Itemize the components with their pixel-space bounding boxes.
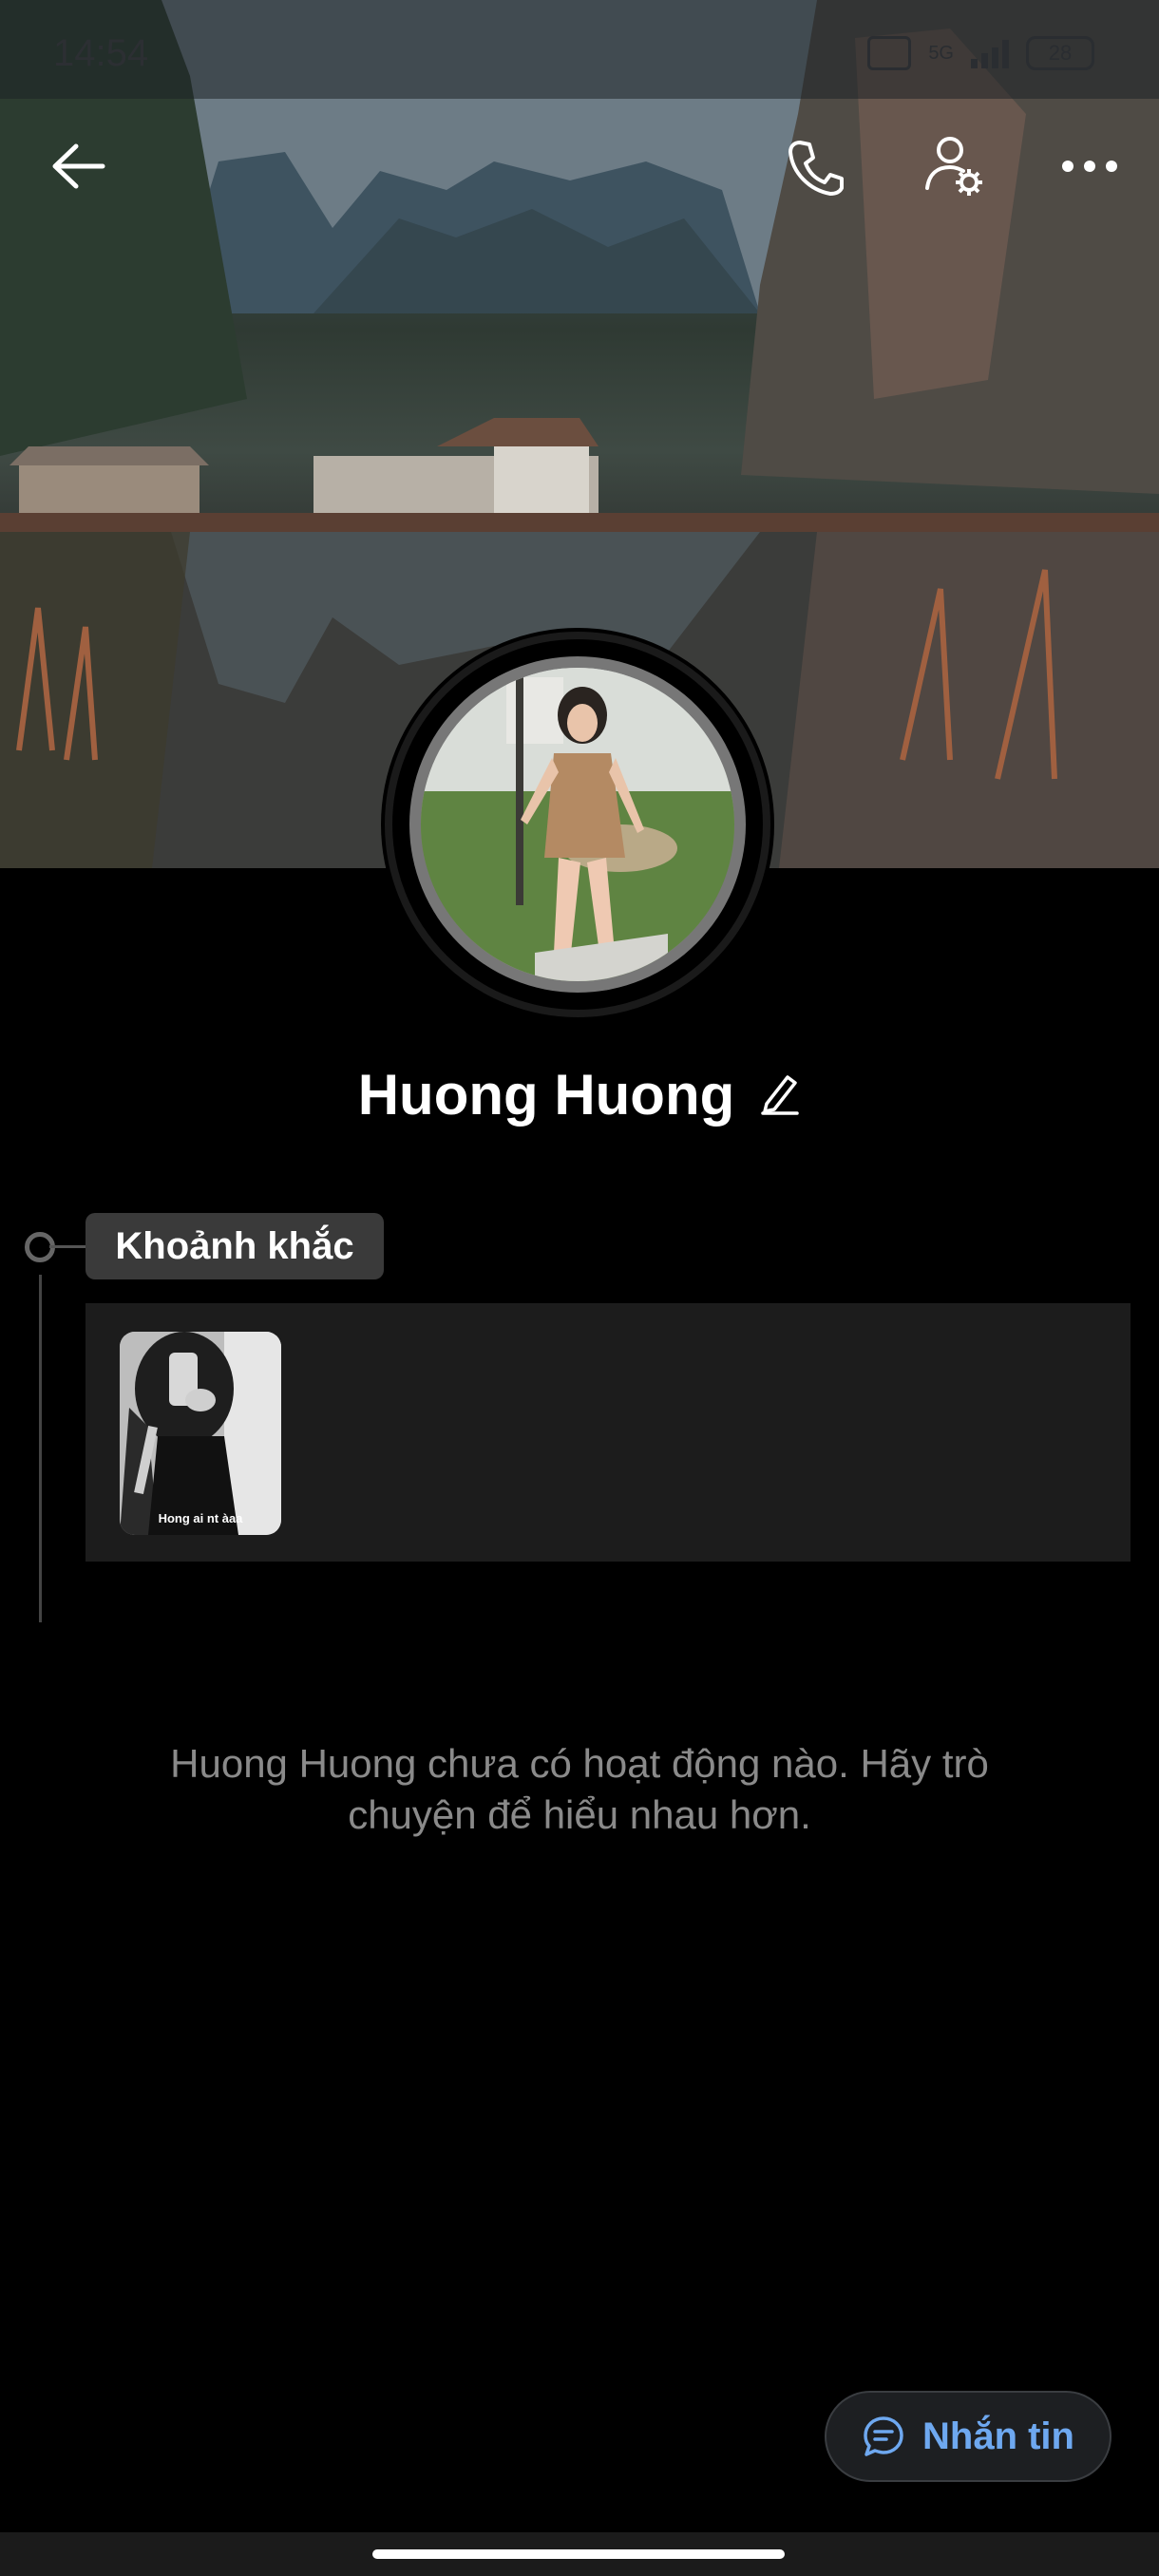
profile-name: Huong Huong <box>357 1063 735 1127</box>
moment-caption: Hong ai nt àaa <box>158 1511 243 1525</box>
status-time: 14:54 <box>53 32 149 74</box>
user-settings-icon[interactable] <box>922 133 988 199</box>
moment-thumbnail[interactable]: Hong ai nt àaa <box>120 1332 281 1535</box>
status-icons: 5G 28 <box>867 36 1094 70</box>
volte-icon <box>867 36 912 70</box>
timeline-connector <box>49 1245 86 1248</box>
signal-icon <box>971 38 1009 68</box>
moments-container: Hong ai nt àaa <box>86 1303 1130 1562</box>
avatar-photo <box>421 668 734 981</box>
empty-activity-message: Huong Huong chưa có hoạt động nào. Hãy t… <box>170 1741 989 1837</box>
avatar-person-image <box>421 668 734 981</box>
home-indicator[interactable] <box>372 2549 785 2559</box>
phone-icon[interactable] <box>783 133 849 199</box>
timeline-line <box>39 1275 42 1622</box>
message-button-label: Nhắn tin <box>922 2415 1074 2457</box>
battery-icon: 28 <box>1026 36 1094 70</box>
moments-title: Khoảnh khắc <box>86 1213 384 1279</box>
profile-name-row: Huong Huong <box>0 1062 1159 1127</box>
message-button[interactable]: Nhắn tin <box>825 2391 1112 2482</box>
avatar[interactable] <box>385 632 770 1017</box>
avatar-frame <box>409 656 746 993</box>
chat-bubble-icon <box>864 2416 903 2456</box>
network-type: 5G <box>928 42 954 64</box>
arrow-left-icon[interactable] <box>46 133 112 199</box>
pencil-icon[interactable] <box>759 1070 801 1120</box>
status-bar: 14:54 5G 28 <box>0 0 1159 99</box>
more-horizontal-icon[interactable] <box>1056 133 1123 199</box>
moment-photo-image <box>120 1332 281 1535</box>
